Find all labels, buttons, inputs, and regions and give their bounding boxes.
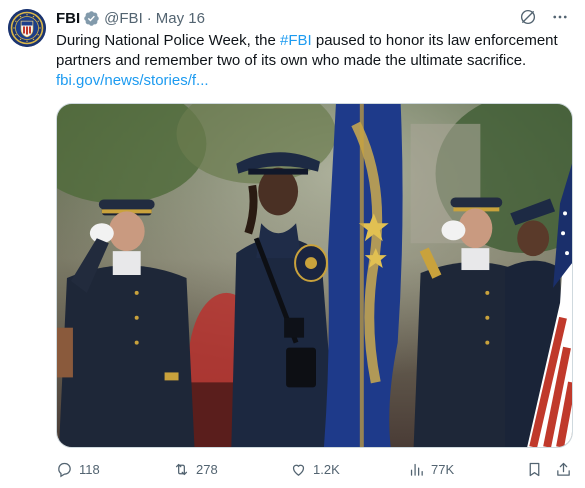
share-icon [557,462,570,476]
retweet-icon [175,463,188,476]
article-link[interactable]: fbi.gov/news/stories/f... [56,71,576,91]
tweet-header: FBI @FBI · May 16 [56,8,205,28]
bookmark-button[interactable] [526,461,543,478]
tweet-photo[interactable] [56,103,573,448]
like-button[interactable]: 1.2K [290,461,340,478]
honor-guard-photo [57,104,572,447]
fbi-seal-icon [8,9,46,47]
heart-icon [292,464,305,476]
like-count: 1.2K [313,462,340,477]
tweet: FBI @FBI · May 16 During National Police… [0,0,585,488]
reply-button[interactable]: 118 [56,461,100,478]
view-count: 77K [431,462,455,477]
retweet-count: 278 [196,462,218,477]
views-button[interactable]: 77K [408,461,454,478]
reply-count: 118 [79,462,100,477]
analytics-icon [410,463,423,476]
handle[interactable]: @FBI [104,10,143,27]
action-bar: 118 278 1.2K 77K [56,461,573,481]
avatar[interactable] [8,9,46,47]
verified-badge-icon [83,10,100,27]
top-actions [519,8,569,26]
share-button[interactable] [555,461,572,478]
display-name[interactable]: FBI [56,10,80,27]
separator-dot: · [146,9,152,27]
reply-icon [58,462,71,478]
tweet-text-before: During National Police Week, the [56,32,281,49]
more-icon[interactable] [551,8,569,26]
retweet-button[interactable]: 278 [173,461,218,478]
grok-icon[interactable] [519,8,537,26]
tweet-date[interactable]: May 16 [156,10,205,27]
hashtag-link[interactable]: #FBI [280,32,312,49]
tweet-text: During National Police Week, the #FBI pa… [56,31,576,91]
bookmark-icon [529,462,540,477]
